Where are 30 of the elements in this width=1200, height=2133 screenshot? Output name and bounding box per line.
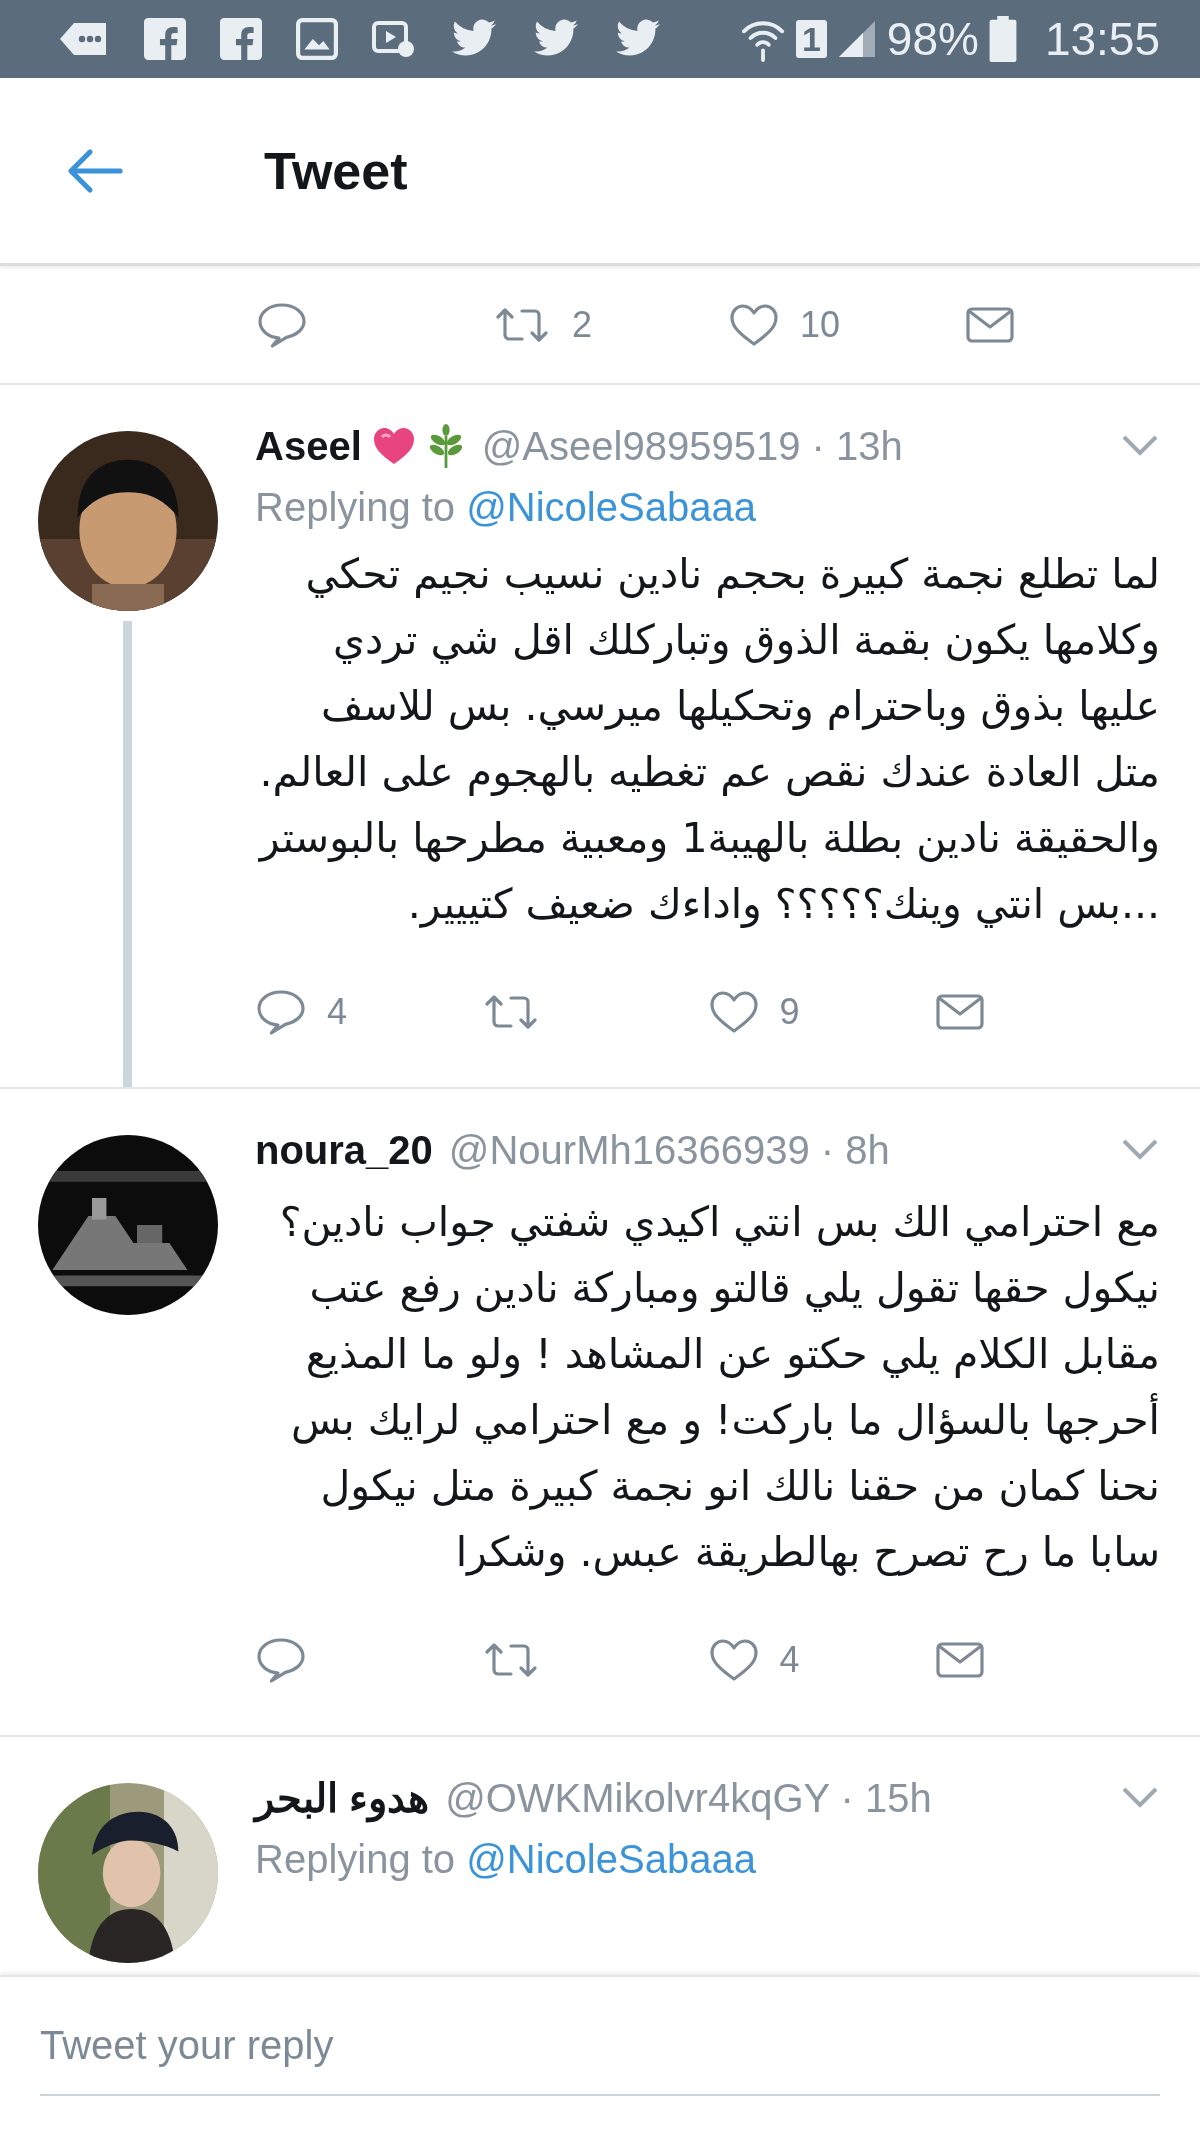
reply-input[interactable]: Tweet your reply — [40, 2003, 1160, 2096]
app-tile-icon — [144, 18, 186, 60]
user-name[interactable]: noura_20 — [255, 1127, 433, 1173]
handle-and-time: @OWKMikolvr4kqGY · 15h — [445, 1775, 932, 1821]
handle-and-time: @Aseel98959519 · 13h — [481, 423, 903, 469]
like-count: 10 — [800, 303, 841, 346]
battery-icon — [988, 16, 1017, 62]
screen-title: Tweet — [264, 140, 408, 201]
heart-icon[interactable] — [707, 1636, 760, 1684]
heart-icon[interactable] — [707, 988, 760, 1036]
reply-icon[interactable] — [256, 300, 308, 349]
reply-icon[interactable] — [255, 1636, 307, 1684]
replying-to-text: Replying to @NicoleSabaaa — [255, 1836, 757, 1883]
tweet-text: لما تطلع نجمة كبيرة بحجم نادين نسيب نجيم تحكي وكلامها يكون بقمة الذوق وتباركلك اقل شي تردي عليها بذوق وباحترام وتحكيلها ميرسي. بس للاسف متل العادة عندك نقص عم تغطيه بالهجوم على العالم. والحقيقة نادين بطلة بالهيبة1 ومعبية مطرحها بالبوستر ...بس انتي وينك؟؟؟؟؟ واداءك ضعيف كتييير. — [257, 549, 1160, 930]
reply-count: 4 — [327, 991, 348, 1033]
like-count: 4 — [779, 1639, 800, 1681]
replying-to-text: Replying to @NicoleSabaaa — [255, 484, 757, 531]
retweet-count: 2 — [572, 303, 593, 346]
clock: 13:55 — [1044, 16, 1160, 62]
like-count: 9 — [779, 991, 800, 1033]
video-icon — [372, 18, 416, 60]
heart-emoji-icon — [371, 426, 416, 466]
image-icon — [296, 18, 338, 60]
reply-icon[interactable] — [255, 988, 307, 1036]
handle-and-time: @NourMh16366939 · 8h — [448, 1127, 890, 1173]
battery-percent: 98% — [886, 16, 979, 62]
tweet-text: مع احترامي الك بس انتي اكيدي شفتي جواب نادين؟ نيكول حقها تقول يلي قالتو ومباركة نادين رفع عتب مقابل الكلام يلي حكتو عن المشاهد ! ولو ما المذيع أحرجها بالسؤال ما باركت! و مع احترامي لرايك بس نحنا كمان من حقنا نالك انو نجمة كبيرة متل نيكول سابا ما رح تصرح بهالطريقة عبس. وشكرا — [278, 1197, 1160, 1578]
user-name[interactable]: Aseel — [255, 423, 362, 469]
app-tile-icon — [220, 18, 262, 60]
sim-indicator: 1 — [795, 20, 827, 58]
